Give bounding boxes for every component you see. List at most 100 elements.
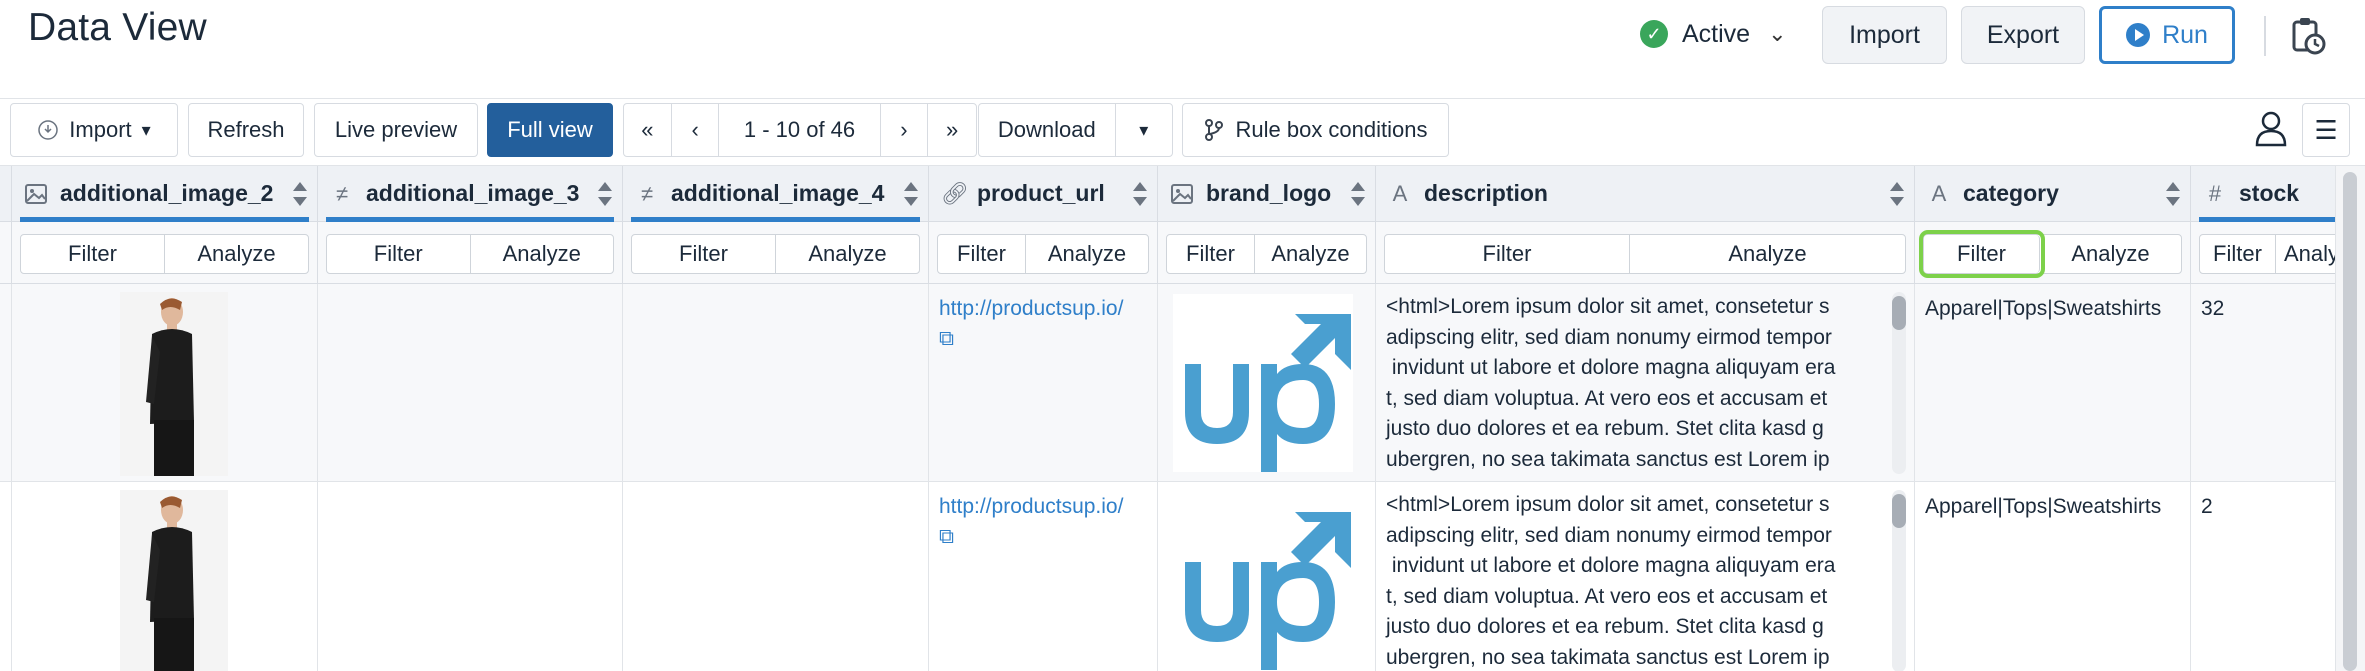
filter-analyze-group: Filter Analyze <box>937 234 1149 274</box>
column-header[interactable]: A description <box>1376 166 1915 222</box>
column-product-url: 🔗︎ product_url Filter Analyze http://pro… <box>929 166 1158 671</box>
table-cell <box>623 284 929 482</box>
table-cell <box>0 482 12 671</box>
filter-button[interactable]: Filter <box>327 235 471 273</box>
analyze-button[interactable]: Analyze <box>1255 235 1366 273</box>
cell-scrollbar-thumb[interactable] <box>1892 296 1906 330</box>
filter-row: Filter Analyze <box>1376 222 1915 284</box>
image-cell <box>12 284 318 482</box>
column-name: category <box>1963 180 2059 206</box>
download-options-button[interactable]: ▾ <box>1116 104 1172 156</box>
column-header[interactable]: ≠ additional_image_3 <box>318 166 623 222</box>
external-link-icon[interactable]: ⧉ <box>939 525 954 548</box>
table-cell <box>623 482 929 671</box>
filter-row: Filter Analyze <box>12 222 318 284</box>
link-icon: 🔗︎ <box>941 180 969 206</box>
first-page-button[interactable]: « <box>624 104 672 156</box>
filter-analyze-group: Filter Analyze <box>1919 230 2182 278</box>
play-icon <box>2126 23 2151 47</box>
page-title: Data View <box>28 6 207 49</box>
import-dropdown-button[interactable]: Import ▾ <box>10 103 178 157</box>
filter-button[interactable]: Filter <box>1385 235 1630 273</box>
sort-icon[interactable] <box>904 182 918 206</box>
run-button[interactable]: Run <box>2099 6 2235 64</box>
filter-analyze-group: Filter Analyze <box>20 234 309 274</box>
analyze-button[interactable]: Analyze <box>1026 235 1148 273</box>
brand-logo-image[interactable] <box>1173 294 1353 472</box>
column-header[interactable]: brand_logo <box>1158 166 1376 222</box>
filter-row <box>0 222 12 284</box>
status-dropdown[interactable]: ✓ Active ⌄ <box>1640 14 1787 54</box>
scheduled-clipboard-icon[interactable] <box>2290 16 2326 56</box>
run-button-label: Run <box>2162 20 2208 49</box>
column-name: additional_image_3 <box>366 180 580 206</box>
image-cell <box>1158 482 1376 671</box>
image-icon <box>25 183 47 204</box>
product-image[interactable] <box>120 490 228 671</box>
filter-button[interactable]: Filter <box>938 235 1026 273</box>
filter-analyze-group: Filter Analyze <box>2199 234 2335 274</box>
external-link-icon[interactable]: ⧉ <box>939 327 954 350</box>
download-button[interactable]: Download <box>979 104 1116 156</box>
brand-logo-image[interactable] <box>1173 492 1353 670</box>
description-text[interactable]: <html>Lorem ipsum dolor sit amet, conset… <box>1376 284 1914 481</box>
image-cell <box>1158 284 1376 482</box>
analyze-button[interactable]: Analyze <box>471 235 614 273</box>
filter-button[interactable]: Filter <box>632 235 776 273</box>
filter-analyze-group: Filter Analyze <box>1384 234 1906 274</box>
analyze-button[interactable]: Analyze <box>165 235 308 273</box>
description-text[interactable]: <html>Lorem ipsum dolor sit amet, conset… <box>1376 482 1914 671</box>
product-url-link[interactable]: http://productsup.io/ <box>939 495 1123 518</box>
column-header[interactable]: 🔗︎ product_url <box>929 166 1158 222</box>
cell-scrollbar-thumb[interactable] <box>1892 494 1906 528</box>
column-header[interactable]: additional_image_2 <box>12 166 318 222</box>
filter-button[interactable]: Filter <box>2200 235 2276 273</box>
sort-icon[interactable] <box>1351 182 1365 206</box>
chevron-down-icon: ⌄ <box>1768 21 1787 46</box>
filter-button[interactable]: Filter <box>1919 230 2045 278</box>
grid-scrollbar-thumb[interactable] <box>2343 172 2357 671</box>
image-cell <box>12 482 318 671</box>
refresh-button[interactable]: Refresh <box>188 103 304 157</box>
rule-box-conditions-button[interactable]: Rule box conditions <box>1182 103 1449 157</box>
column-header[interactable]: ≠ additional_image_4 <box>623 166 929 222</box>
analyze-button[interactable]: Analyze <box>2276 235 2335 273</box>
not-equal-icon: ≠ <box>335 180 349 206</box>
prev-page-button[interactable]: ‹ <box>672 104 720 156</box>
column-header[interactable]: # stock <box>2191 166 2335 222</box>
table-cell <box>318 284 623 482</box>
menu-icon[interactable]: ☰ <box>2302 103 2350 157</box>
analyze-button[interactable]: Analyze <box>1630 235 1905 273</box>
full-view-button[interactable]: Full view <box>487 103 613 157</box>
filter-button[interactable]: Filter <box>21 235 165 273</box>
sort-icon[interactable] <box>598 182 612 206</box>
product-url-link[interactable]: http://productsup.io/ <box>939 297 1123 320</box>
column-brand-logo: brand_logo Filter Analyze <box>1158 166 1376 671</box>
filter-button[interactable]: Filter <box>1167 235 1255 273</box>
column-name: additional_image_4 <box>671 180 885 206</box>
column-name: additional_image_2 <box>60 180 274 206</box>
product-image[interactable] <box>120 292 228 476</box>
stock-cell: 32 <box>2191 284 2335 482</box>
analyze-button[interactable]: Analyze <box>2040 235 2181 273</box>
sort-icon[interactable] <box>293 182 307 206</box>
filter-row: Filter Analyze <box>2191 222 2335 284</box>
live-preview-button[interactable]: Live preview <box>314 103 478 157</box>
filter-analyze-group: Filter Analyze <box>326 234 614 274</box>
user-icon[interactable] <box>2254 109 2288 149</box>
stock-cell: 2 <box>2191 482 2335 671</box>
sort-icon[interactable] <box>2166 182 2180 206</box>
column-header[interactable]: A category <box>1915 166 2191 222</box>
import-button[interactable]: Import <box>1822 6 1947 64</box>
column-name: product_url <box>977 180 1105 206</box>
export-button[interactable]: Export <box>1961 6 2085 64</box>
sort-icon[interactable] <box>1890 182 1904 206</box>
analyze-button[interactable]: Analyze <box>776 235 919 273</box>
next-page-button[interactable]: › <box>881 104 929 156</box>
column-additional-image-3: ≠ additional_image_3 Filter Analyze <box>318 166 623 671</box>
last-page-button[interactable]: » <box>928 104 976 156</box>
filter-analyze-group: Filter Analyze <box>631 234 920 274</box>
sort-icon[interactable] <box>1133 182 1147 206</box>
column-stock: # stock Filter Analyze 32 2 <box>2191 166 2335 671</box>
column-partial <box>0 166 12 671</box>
